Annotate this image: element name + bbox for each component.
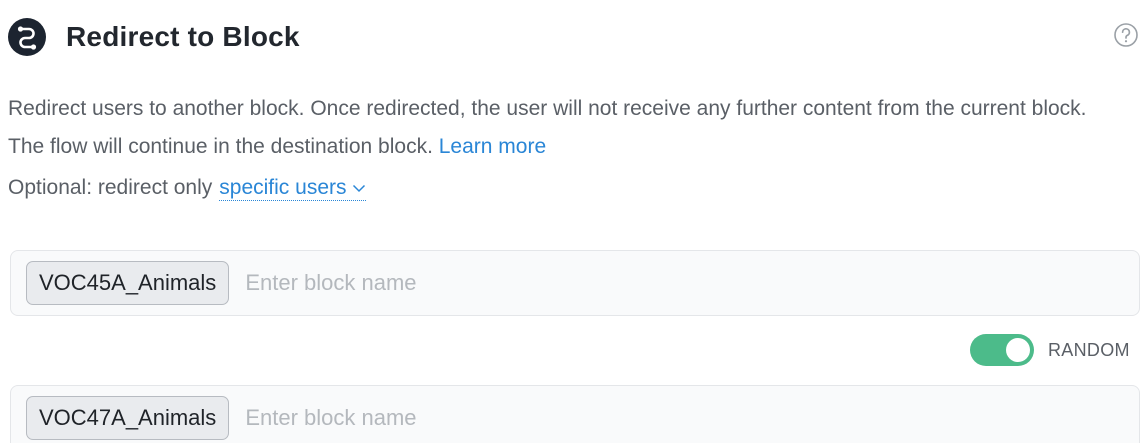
random-toggle-row: RANDOM (970, 334, 1130, 366)
description-body: Redirect users to another block. Once re… (8, 97, 1087, 158)
help-circle-icon[interactable] (1113, 22, 1139, 48)
specific-users-dropdown[interactable]: specific users (219, 176, 366, 201)
optional-filter-line: Optional: redirect only specific users (8, 169, 366, 207)
random-label: RANDOM (1048, 339, 1130, 360)
block-name-input[interactable] (245, 263, 946, 303)
block-chip[interactable]: VOC45A_Animals (26, 261, 230, 305)
redirect-block-field[interactable]: VOC47A_Animals (10, 385, 1140, 443)
redirect-to-block-panel: Redirect to Block Redirect users to anot… (0, 0, 1145, 443)
panel-header: Redirect to Block (8, 18, 300, 56)
chevron-down-icon (352, 184, 365, 193)
toggle-knob (1006, 338, 1030, 362)
specific-users-label: specific users (219, 176, 347, 199)
redirect-block-field[interactable]: VOC45A_Animals (10, 250, 1140, 316)
page-title: Redirect to Block (66, 21, 300, 52)
block-name-input[interactable] (245, 398, 946, 438)
optional-prefix: Optional: redirect only (8, 176, 213, 199)
block-chip[interactable]: VOC47A_Animals (26, 396, 230, 440)
random-toggle[interactable] (970, 334, 1034, 366)
description-text: Redirect users to another block. Once re… (8, 90, 1118, 166)
learn-more-link[interactable]: Learn more (439, 135, 546, 158)
redirect-block-icon (8, 18, 46, 56)
